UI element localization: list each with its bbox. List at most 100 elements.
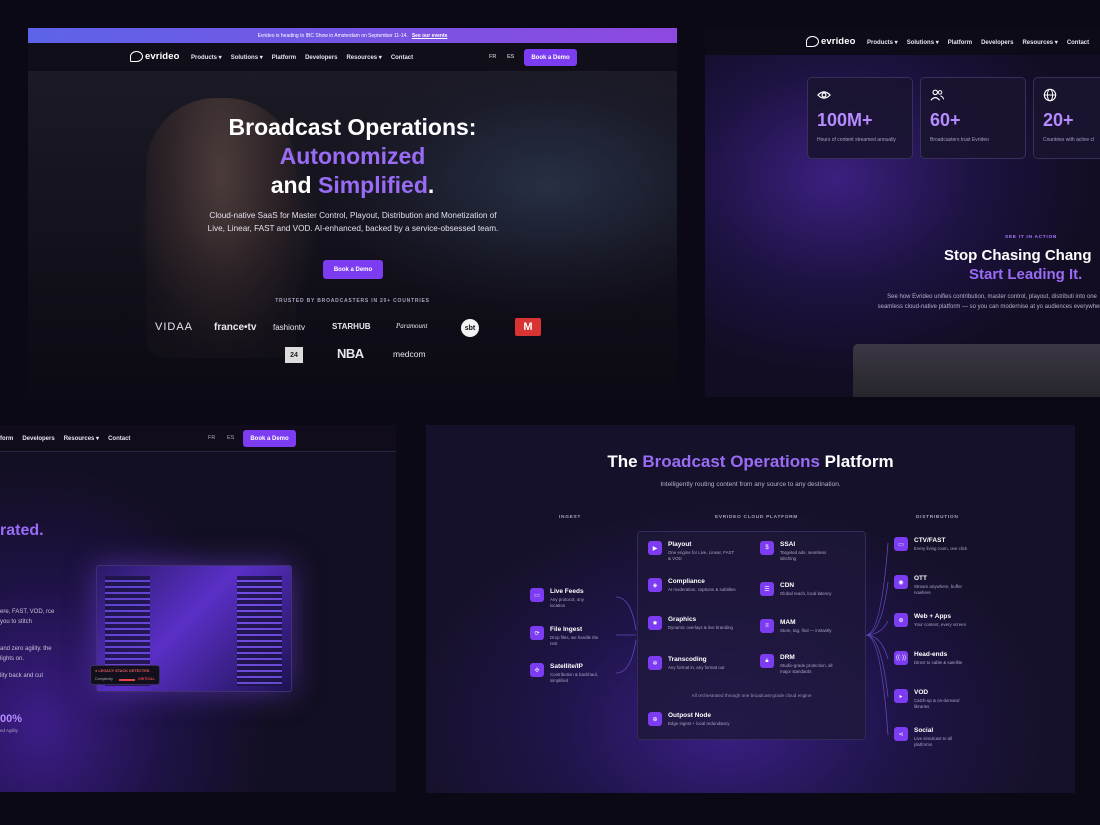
logo-icon bbox=[806, 36, 819, 47]
logo-medcom: medcom bbox=[393, 349, 426, 359]
top-nav-c: form Developers Resources ▾ Contact FR E… bbox=[0, 425, 396, 452]
platform-panel: The Broadcast Operations Platform Intell… bbox=[426, 425, 1075, 793]
top-nav-b: evrideo Products ▾ Solutions ▾ Platform … bbox=[705, 28, 1100, 55]
nav-resources[interactable]: Resources ▾ bbox=[346, 54, 381, 61]
wifi-icon: ◉ bbox=[894, 575, 908, 589]
critical-label: CRITICAL bbox=[138, 677, 155, 681]
ingest-live-feeds[interactable]: ▭ Live Feeds Any protocol, any location bbox=[530, 587, 600, 609]
brand-logo-b[interactable]: evrideo bbox=[806, 36, 856, 47]
legacy-alert-title: ● LEGACY STACK DETECTED bbox=[95, 669, 150, 673]
nav-solutions[interactable]: Solutions ▾ bbox=[231, 54, 263, 61]
globe-icon: ⊕ bbox=[648, 712, 662, 726]
dollar-icon: $ bbox=[760, 541, 774, 555]
ingest-satellite[interactable]: ✣ Satellite/IP Contribution & backhaul, si… bbox=[530, 662, 600, 684]
stat-value: 60+ bbox=[930, 110, 961, 130]
announcement-banner: Evrideo is heading to IBC Show in Amster… bbox=[28, 28, 677, 43]
shield-icon: ◈ bbox=[648, 578, 662, 592]
problem-para-2: and zero agility. the lights on. bbox=[0, 646, 52, 662]
hero-demo-button[interactable]: Book a Demo bbox=[323, 260, 383, 279]
nav-platform-c[interactable]: form bbox=[0, 436, 13, 442]
logo-m: M bbox=[515, 318, 541, 336]
play-icon: ▶ bbox=[648, 541, 662, 555]
logo-sbt: sbt bbox=[461, 319, 479, 337]
eye-icon bbox=[817, 91, 831, 99]
cloud-cdn[interactable]: ☰ CDN Global reach, local latency bbox=[760, 581, 848, 597]
database-icon: ≡ bbox=[760, 619, 774, 633]
dist-ott[interactable]: ◉ OTT Stream anywhere, buffer nowhere bbox=[894, 574, 969, 596]
video-icon: ▸ bbox=[894, 689, 908, 703]
cloud-playout[interactable]: ▶ Playout One engine for Live, Linear, FAS… bbox=[648, 540, 736, 562]
top-nav: evrideo Products ▾ Solutions ▾ Platform … bbox=[28, 43, 677, 71]
edge-outpost-node[interactable]: ⊕ Outpost Node Edge ingest + local redunda… bbox=[648, 711, 758, 727]
nav-solutions-b[interactable]: Solutions ▾ bbox=[907, 39, 939, 46]
logo-fashiontv: fashiontv bbox=[273, 323, 306, 332]
logo-vidaa: VIDAA bbox=[155, 321, 194, 333]
nav-developers-c[interactable]: Developers bbox=[22, 436, 54, 442]
stat-caption: Broadcasters trust Evrideo bbox=[930, 137, 989, 143]
nav-contact-c[interactable]: Contact bbox=[108, 436, 130, 442]
logo-24: 24 bbox=[285, 347, 303, 363]
satellite-icon: ✣ bbox=[530, 663, 544, 677]
cloud-transcoding[interactable]: ✲ Transcoding Any format in, any format ou… bbox=[648, 655, 746, 671]
book-demo-button[interactable]: Book a Demo bbox=[524, 49, 577, 66]
book-demo-button-c[interactable]: Book a Demo bbox=[243, 430, 296, 447]
dist-head-ends[interactable]: ((·)) Head-ends Direct to cable & satellit… bbox=[894, 650, 976, 666]
nav-developers-b[interactable]: Developers bbox=[981, 40, 1013, 46]
lock-icon: 🔒︎ bbox=[760, 654, 774, 668]
lang-es-c[interactable]: ES bbox=[227, 435, 234, 441]
problem-para-1: ere, FAST, VOD, rce you to stitch bbox=[0, 609, 55, 625]
cloud-ssai[interactable]: $ SSAI Targeted ads, seamless stitching bbox=[760, 540, 840, 562]
stat-caption: Hours of content streamed annually bbox=[817, 137, 896, 143]
video-preview[interactable] bbox=[853, 344, 1100, 397]
trusted-caption: TRUSTED BY BROADCASTERS IN 20+ COUNTRIES bbox=[275, 298, 430, 304]
logo-paramount: Paramount bbox=[396, 322, 428, 330]
cloud-drm[interactable]: 🔒︎ DRM Studio-grade protection, all major … bbox=[760, 653, 844, 675]
stat-card-hours: 100M+ Hours of content streamed annually bbox=[807, 77, 913, 159]
action-kicker: SEE IT IN ACTION bbox=[1005, 235, 1058, 240]
action-title-line1: Stop Chasing Chang bbox=[944, 247, 1092, 264]
action-subtitle: See how Evrideo unifies contribution, ma… bbox=[877, 294, 1100, 310]
nav-products[interactable]: Products ▾ bbox=[191, 54, 222, 61]
brand-logo[interactable]: evrideo bbox=[130, 51, 180, 62]
problem-para-3: lity back and cut bbox=[0, 673, 44, 679]
nav-resources-c[interactable]: Resources ▾ bbox=[64, 435, 99, 442]
logo-icon bbox=[130, 51, 143, 62]
dist-social[interactable]: ⋖ Social Live simulcast to all platforms bbox=[894, 726, 969, 748]
nav-developers[interactable]: Developers bbox=[305, 55, 337, 61]
palette-icon: ✸ bbox=[648, 616, 662, 630]
stat-value: 20+ bbox=[1043, 110, 1074, 130]
banner-link[interactable]: See our events bbox=[412, 33, 448, 39]
lang-es[interactable]: ES bbox=[507, 54, 514, 60]
cloud-mam[interactable]: ≡ MAM Store, tag, find — instantly bbox=[760, 618, 848, 634]
server-icon: ☰ bbox=[760, 582, 774, 596]
cog-icon: ✲ bbox=[648, 656, 662, 670]
problem-stat: 00% bbox=[0, 713, 23, 725]
nav-contact-b[interactable]: Contact bbox=[1067, 40, 1089, 46]
lang-fr-c[interactable]: FR bbox=[208, 435, 215, 441]
nav-resources-b[interactable]: Resources ▾ bbox=[1022, 39, 1057, 46]
ingest-file[interactable]: ⟳ File Ingest Drop files, we handle the re… bbox=[530, 625, 600, 647]
logo-france-tv: france•tv bbox=[214, 322, 257, 333]
share-icon: ⋖ bbox=[894, 727, 908, 741]
hero-title-line1: Broadcast Operations: bbox=[228, 114, 477, 140]
cloud-graphics[interactable]: ✸ Graphics Dynamic overlays & live brandin… bbox=[648, 615, 736, 631]
hero-panel: Evrideo is heading to IBC Show in Amster… bbox=[28, 28, 677, 397]
dist-vod[interactable]: ▸ VOD Catch-up & on-demand libraries bbox=[894, 688, 969, 710]
dist-web-apps[interactable]: ⊕ Web + Apps Your content, every screen bbox=[894, 612, 969, 628]
nav-products-b[interactable]: Products ▾ bbox=[867, 39, 898, 46]
dist-ctv-fast[interactable]: ▭ CTV/FAST Every living room, one click bbox=[894, 536, 969, 552]
problem-panel: form Developers Resources ▾ Contact FR E… bbox=[0, 425, 396, 792]
nav-platform-b[interactable]: Platform bbox=[948, 40, 972, 46]
broadcast-icon: ((·)) bbox=[894, 651, 908, 665]
nav-contact[interactable]: Contact bbox=[391, 55, 413, 61]
legacy-alert-card: ● LEGACY STACK DETECTED Complexity CRITI… bbox=[90, 665, 160, 685]
complexity-bar bbox=[119, 679, 135, 681]
nav-platform[interactable]: Platform bbox=[272, 55, 296, 61]
lang-fr[interactable]: FR bbox=[489, 54, 496, 60]
cloud-compliance[interactable]: ◈ Compliance AI moderation, captions & sub… bbox=[648, 577, 736, 593]
stat-card-countries: 20+ Countries with active cl bbox=[1033, 77, 1100, 159]
tv-icon: ▭ bbox=[894, 537, 908, 551]
stat-value: 100M+ bbox=[817, 110, 873, 130]
users-icon bbox=[930, 89, 944, 101]
action-title-line2: Start Leading It. bbox=[969, 266, 1083, 283]
